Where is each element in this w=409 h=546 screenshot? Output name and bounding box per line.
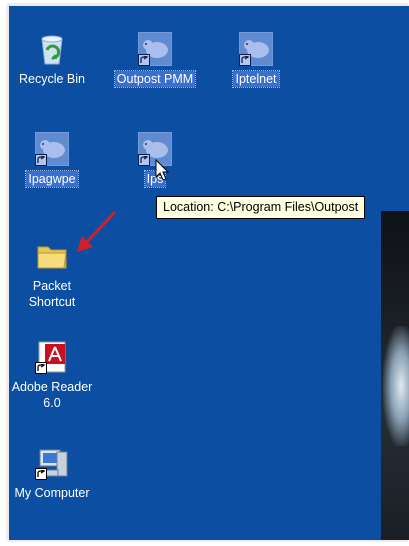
desktop-icon-ipagwpe[interactable]: Ipagwpe — [9, 132, 98, 188]
mouse-cursor-icon — [155, 159, 170, 181]
polar-bear-icon — [138, 32, 172, 66]
desktop-icon-label: Ipagwpe — [25, 170, 79, 188]
desktop-icon-label: Iptelnet — [232, 70, 280, 88]
background-window-glow — [383, 326, 409, 446]
desktop-icon-recycle-bin[interactable]: Recycle Bin — [9, 32, 98, 87]
desktop-icon-label: Outpost PMM — [113, 70, 197, 88]
desktop-icon-my-computer[interactable]: My Computer — [9, 446, 98, 501]
polar-bear-icon — [35, 132, 69, 166]
shortcut-arrow-icon — [239, 54, 251, 66]
desktop-icon-label: Adobe Reader 6.0 — [11, 380, 93, 410]
shortcut-arrow-icon — [138, 54, 150, 66]
polar-bear-icon — [239, 32, 273, 66]
annotation-arrow-icon — [77, 210, 117, 252]
desktop-icon-iptelnet[interactable]: Iptelnet — [210, 32, 302, 88]
recycle-bin-icon — [35, 32, 69, 66]
desktop-icon-label: Recycle Bin — [19, 72, 85, 86]
desktop[interactable]: Recycle Bin Outpost PMM Iptelnet Ipagwpe… — [9, 6, 409, 540]
tooltip: Location: C:\Program Files\Outpost — [156, 196, 366, 219]
shortcut-arrow-icon — [35, 468, 47, 480]
shortcut-arrow-icon — [138, 154, 150, 166]
my-computer-icon — [35, 446, 69, 480]
adobe-reader-icon — [35, 340, 69, 374]
desktop-icon-adobe-reader[interactable]: Adobe Reader 6.0 — [9, 340, 98, 411]
shortcut-arrow-icon — [35, 362, 47, 374]
desktop-icon-label: Packet Shortcut — [28, 279, 76, 309]
desktop-icon-label: My Computer — [14, 486, 90, 500]
background-window-edge — [381, 211, 409, 540]
shortcut-arrow-icon — [35, 154, 47, 166]
folder-icon — [35, 239, 69, 273]
desktop-icon-outpost-pmm[interactable]: Outpost PMM — [109, 32, 201, 88]
